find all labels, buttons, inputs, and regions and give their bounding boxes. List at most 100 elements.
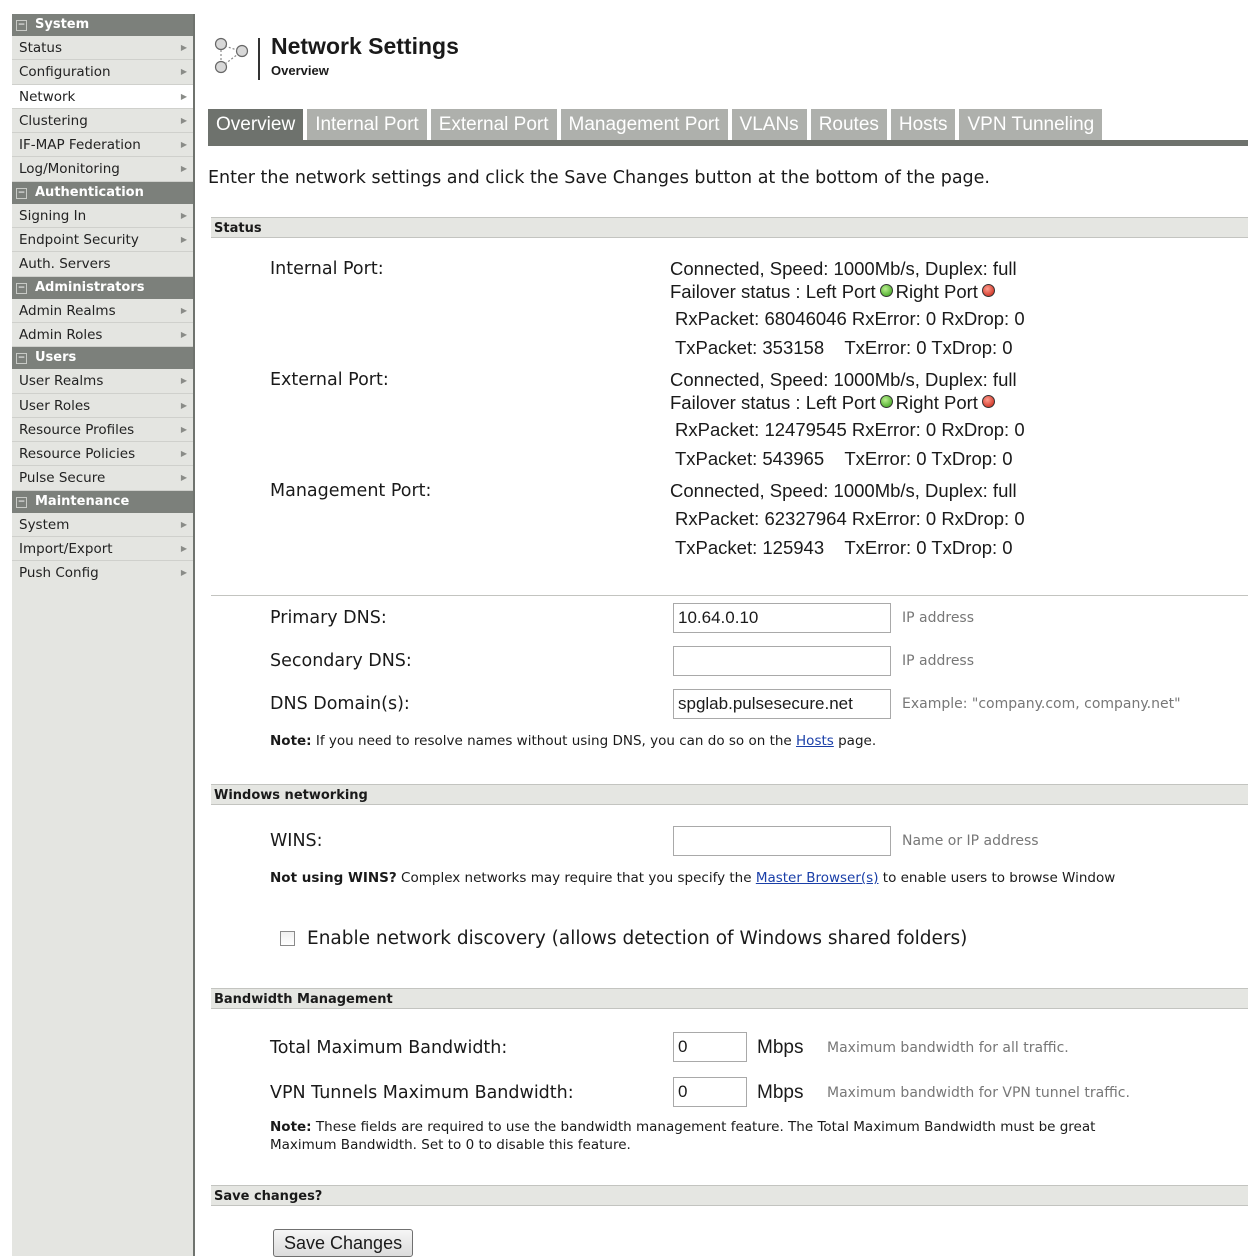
status-section-header: Status	[211, 217, 1248, 238]
chevron-right-icon: ▶	[180, 140, 187, 150]
total-bandwidth-input[interactable]	[673, 1032, 747, 1062]
vpn-bandwidth-unit: Mbps	[757, 1082, 804, 1103]
sidebar-section-title: System	[35, 17, 90, 32]
sidebar-section-users[interactable]: − Users	[12, 347, 193, 370]
external-port-label: External Port:	[270, 370, 389, 390]
management-port-tx: TxPacket: 125943 TxError: 0 TxDrop: 0	[675, 537, 1013, 558]
hosts-link[interactable]: Hosts	[796, 733, 834, 749]
tab-internal-port[interactable]: Internal Port	[307, 109, 427, 140]
tab-management-port[interactable]: Management Port	[560, 109, 728, 140]
internal-port-rx: RxPacket: 68046046 RxError: 0 RxDrop: 0	[675, 308, 1025, 329]
windows-section-header: Windows networking	[211, 784, 1248, 805]
secondary-dns-hint: IP address	[902, 653, 975, 669]
sidebar-item-label: Endpoint Security	[19, 232, 139, 249]
left-port-status-icon	[879, 284, 893, 297]
chevron-right-icon: ▶	[180, 43, 187, 52]
total-bandwidth-label: Total Maximum Bandwidth:	[270, 1038, 508, 1058]
network-discovery-checkbox[interactable]	[280, 931, 295, 946]
sidebar-item-label: Network	[19, 88, 76, 105]
wins-label: WINS:	[270, 831, 323, 851]
dns-domain-input[interactable]	[673, 689, 891, 719]
external-port-connection: Connected, Speed: 1000Mb/s, Duplex: full	[670, 369, 1017, 390]
management-port-rx: RxPacket: 62327964 RxError: 0 RxDrop: 0	[675, 508, 1025, 529]
failover-label: Failover status : Left Port	[670, 281, 876, 302]
vpn-bandwidth-input[interactable]	[673, 1077, 747, 1107]
sidebar-item-status[interactable]: Status ▶	[12, 36, 193, 61]
sidebar-item-push-config[interactable]: Push Config ▶	[12, 561, 193, 585]
right-port-status-icon	[981, 395, 995, 408]
sidebar-item-label: User Roles	[19, 397, 91, 414]
sidebar-item-pulse-secure[interactable]: Pulse Secure ▶	[12, 466, 193, 491]
tab-vpn-tunneling[interactable]: VPN Tunneling	[959, 109, 1103, 140]
chevron-right-icon: ▶	[180, 235, 187, 245]
wins-input[interactable]	[673, 826, 891, 856]
sidebar-item-admin-roles[interactable]: Admin Roles ▶	[12, 323, 193, 348]
tab-vlans[interactable]: VLANs	[731, 109, 807, 140]
sidebar-item-auth-servers[interactable]: Auth. Servers	[12, 252, 193, 277]
primary-dns-input[interactable]	[673, 603, 891, 633]
save-changes-button[interactable]: Save Changes	[273, 1229, 414, 1257]
master-browser-link[interactable]: Master Browser(s)	[756, 870, 879, 886]
sidebar-item-resource-profiles[interactable]: Resource Profiles ▶	[12, 418, 193, 443]
sidebar-item-label: Resource Policies	[19, 446, 136, 463]
sidebar-section-maintenance[interactable]: − Maintenance	[12, 490, 193, 513]
primary-dns-label: Primary DNS:	[270, 608, 387, 628]
sidebar-item-admin-realms[interactable]: Admin Realms ▶	[12, 299, 193, 323]
vpn-bandwidth-hint: Maximum bandwidth for VPN tunnel traffic…	[827, 1085, 1130, 1101]
internal-port-label: Internal Port:	[270, 259, 384, 279]
dns-domain-label: DNS Domain(s):	[270, 694, 410, 714]
dns-note: Note: If you need to resolve names witho…	[270, 733, 876, 749]
sidebar-item-clustering[interactable]: Clustering ▶	[12, 109, 193, 134]
sidebar-item-system[interactable]: System ▶	[12, 513, 193, 538]
sidebar-item-label: Signing In	[19, 207, 87, 224]
sidebar-item-user-roles[interactable]: User Roles ▶	[12, 394, 193, 418]
collapse-icon[interactable]: −	[16, 20, 27, 31]
sidebar-item-label: Admin Realms	[19, 302, 116, 319]
tab-underline	[208, 140, 1248, 146]
tab-hosts[interactable]: Hosts	[890, 109, 956, 140]
note-text: page.	[833, 733, 877, 749]
vpn-bandwidth-label: VPN Tunnels Maximum Bandwidth:	[270, 1083, 574, 1103]
tab-overview[interactable]: Overview	[208, 109, 304, 140]
collapse-icon[interactable]: −	[16, 187, 27, 199]
secondary-dns-label: Secondary DNS:	[270, 651, 412, 671]
sidebar-item-log-monitoring[interactable]: Log/Monitoring ▶	[12, 157, 193, 182]
sidebar-item-label: Log/Monitoring	[19, 161, 120, 178]
right-port-status-icon	[981, 284, 995, 297]
save-section-header: Save changes?	[211, 1185, 1248, 1206]
internal-port-failover: Failover status : Left Port Right Port	[670, 281, 998, 303]
management-port-label: Management Port:	[270, 481, 432, 501]
sidebar-item-user-realms[interactable]: User Realms ▶	[12, 369, 193, 394]
sidebar-item-signing-in[interactable]: Signing In ▶	[12, 204, 193, 229]
sidebar-item-configuration[interactable]: Configuration ▶	[12, 60, 193, 85]
page-title: Network Settings	[271, 33, 459, 59]
sidebar-section-title: Authentication	[35, 184, 144, 200]
secondary-dns-input[interactable]	[673, 646, 891, 676]
chevron-right-icon: ▶	[180, 568, 187, 578]
right-port-label: Right Port	[895, 281, 978, 302]
sidebar-item-label: Status	[19, 40, 63, 56]
sidebar-item-import-export[interactable]: Import/Export ▶	[12, 537, 193, 562]
sidebar-item-if-map-federation[interactable]: IF-MAP Federation ▶	[12, 133, 193, 158]
tab-bar: Overview Internal Port External Port Man…	[208, 109, 1106, 140]
intro-text: Enter the network settings and click the…	[208, 168, 990, 188]
sidebar-section-administrators[interactable]: − Administrators	[12, 276, 193, 299]
chevron-right-icon: ▶	[180, 449, 187, 459]
chevron-right-icon: ▶	[180, 115, 187, 125]
note-label: Not using WINS?	[270, 870, 397, 886]
collapse-icon[interactable]: −	[16, 282, 27, 294]
chevron-right-icon: ▶	[180, 305, 187, 315]
collapse-icon[interactable]: −	[16, 353, 27, 365]
tab-routes[interactable]: Routes	[810, 109, 887, 140]
sidebar-section-system[interactable]: − System	[12, 14, 193, 36]
sidebar-item-resource-policies[interactable]: Resource Policies ▶	[12, 442, 193, 467]
collapse-icon[interactable]: −	[16, 496, 27, 508]
sidebar-item-network[interactable]: Network ▶	[12, 84, 193, 109]
sidebar-item-label: IF-MAP Federation	[19, 137, 141, 154]
external-port-failover: Failover status : Left Port Right Port	[670, 392, 998, 414]
tab-external-port[interactable]: External Port	[430, 109, 557, 140]
chevron-right-icon: ▶	[180, 91, 187, 101]
sidebar-section-authentication[interactable]: − Authentication	[12, 181, 193, 204]
sidebar-item-endpoint-security[interactable]: Endpoint Security ▶	[12, 228, 193, 253]
network-discovery-label[interactable]: Enable network discovery (allows detecti…	[307, 928, 967, 949]
